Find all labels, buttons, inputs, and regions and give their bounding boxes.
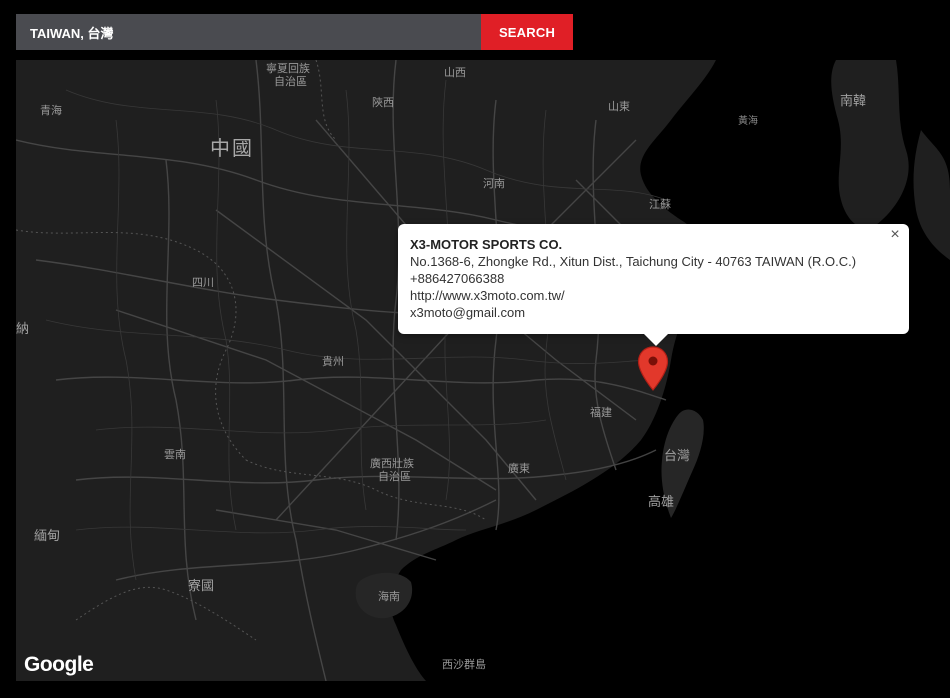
map-label-sichuan: 四川 <box>192 276 214 289</box>
map-label-jiangsu: 江蘇 <box>649 198 671 211</box>
map-label-laos: 寮國 <box>188 579 215 594</box>
map-label-myanmar: 緬甸 <box>34 529 61 544</box>
map-label-taiwan: 台灣 <box>664 449 691 464</box>
map-label-yunnan: 雲南 <box>164 448 186 461</box>
google-logo: Google <box>24 653 94 676</box>
map-label-guangdong: 廣東 <box>508 462 530 475</box>
map-label-guangxi-2: 自治區 <box>378 470 411 483</box>
map-label-qinghai: 青海 <box>40 104 62 117</box>
info-email[interactable]: x3moto@gmail.com <box>410 304 897 321</box>
info-phone: +886427066388 <box>410 271 505 286</box>
info-window: X3-MOTOR SPORTS CO. No.1368-6, Zhongke R… <box>398 224 909 346</box>
close-icon[interactable]: × <box>887 227 903 243</box>
map-label-na: 納 <box>16 322 30 337</box>
map-label-fujian: 福建 <box>590 406 612 419</box>
map-label-paracel: 西沙群島 <box>442 658 486 671</box>
map-label-ningxia-2: 自治區 <box>274 75 307 88</box>
map-label-yellow-sea: 黃海 <box>738 116 758 127</box>
map-label-china: 中國 <box>210 136 254 160</box>
map-label-hainan: 海南 <box>378 590 400 603</box>
info-company: X3-MOTOR SPORTS CO. <box>410 237 563 252</box>
map-label-shaanxi: 陝西 <box>372 96 394 109</box>
map-label-south-korea: 南韓 <box>840 94 867 109</box>
search-bar: SEARCH <box>16 14 573 50</box>
map-view[interactable]: 寧夏回族 自治區 山西 青海 陝西 山東 中國 河南 江蘇 湖北 安徽 四川 貴… <box>16 60 950 681</box>
map-base <box>16 60 950 681</box>
info-website[interactable]: http://www.x3moto.com.tw/ <box>410 287 897 304</box>
search-input[interactable] <box>16 14 481 50</box>
map-label-henan: 河南 <box>483 177 505 190</box>
map-label-kaohsiung: 高雄 <box>648 495 675 510</box>
info-address: No.1368-6, Zhongke Rd., Xitun Dist., Tai… <box>410 254 857 269</box>
map-marker-icon[interactable] <box>637 346 669 392</box>
map-label-shandong: 山東 <box>608 100 630 113</box>
search-button[interactable]: SEARCH <box>481 14 573 50</box>
map-label-guizhou: 貴州 <box>322 355 344 368</box>
map-label-shanxi: 山西 <box>444 66 466 79</box>
